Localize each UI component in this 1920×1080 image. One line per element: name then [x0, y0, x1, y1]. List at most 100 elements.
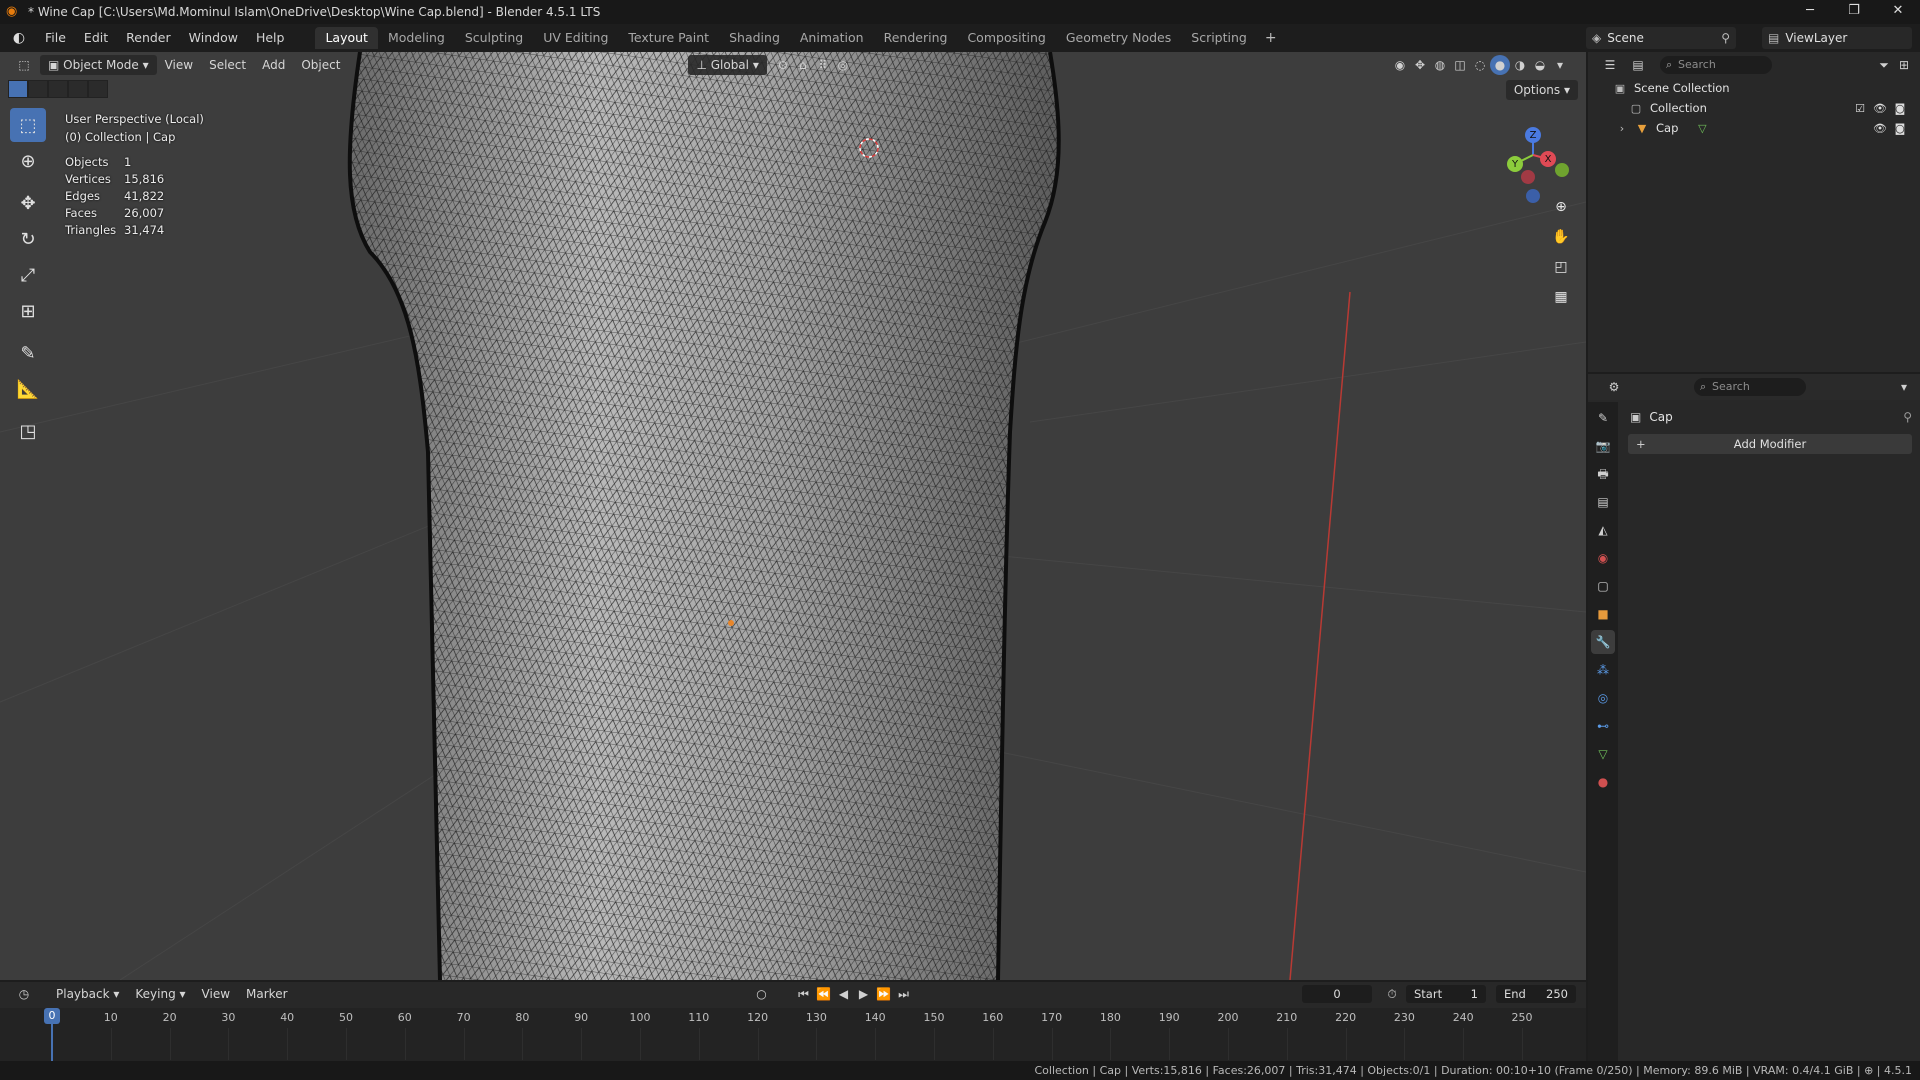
maximize-button[interactable]: ❐ — [1832, 0, 1876, 24]
eye-icon[interactable]: 👁 — [1870, 102, 1890, 115]
world-tab-icon[interactable]: ◉ — [1591, 546, 1615, 570]
proportional-editing-icon[interactable]: ◎ — [833, 55, 853, 75]
snap-grid-icon[interactable]: ⠿ — [813, 55, 833, 75]
select-subtract-icon[interactable] — [48, 80, 68, 98]
editor-type-icon[interactable]: ⬚ — [14, 55, 34, 75]
material-shading-icon[interactable]: ◑ — [1510, 55, 1530, 75]
tab-modeling[interactable]: Modeling — [378, 27, 455, 49]
blender-logo-icon[interactable]: ◐ — [8, 27, 30, 49]
pin-icon[interactable]: ⚲ — [1721, 31, 1730, 45]
tab-sculpting[interactable]: Sculpting — [455, 27, 533, 49]
play-reverse-icon[interactable]: ◀ — [834, 984, 854, 1004]
select-box-tool-icon[interactable]: ⬚ — [10, 108, 46, 142]
checkbox-icon[interactable]: ☑ — [1850, 102, 1870, 115]
editor-type-icon[interactable]: ⚙ — [1604, 377, 1624, 397]
display-mode-icon[interactable]: ▤ — [1628, 55, 1648, 75]
chevron-down-icon[interactable]: ▾ — [1894, 377, 1914, 397]
auto-keying-icon[interactable]: ○ — [752, 984, 772, 1004]
outliner-item-collection[interactable]: ▢ Collection ☑ 👁 ◙ — [1588, 98, 1920, 118]
gizmo-toggle-icon[interactable]: ✥ — [1410, 55, 1430, 75]
menu-render[interactable]: Render — [117, 27, 180, 49]
3d-viewport[interactable]: Z Y X ⬚ ▣ Object Mode ▾ View Select Add … — [0, 52, 1586, 980]
camera-view-icon[interactable]: ◰ — [1548, 254, 1574, 280]
minimize-button[interactable]: ─ — [1788, 0, 1832, 24]
camera-icon[interactable]: ◙ — [1890, 102, 1910, 115]
chevron-right-icon[interactable]: › — [1616, 122, 1628, 135]
output-tab-icon[interactable]: 🖶 — [1591, 462, 1615, 486]
rendered-shading-icon[interactable]: ◒ — [1530, 55, 1550, 75]
menu-keying[interactable]: Keying ▾ — [127, 984, 193, 1004]
scene-tab-icon[interactable]: ◭ — [1591, 518, 1615, 542]
wireframe-shading-icon[interactable]: ◌ — [1470, 55, 1490, 75]
menu-select[interactable]: Select — [201, 55, 254, 75]
mesh-data-icon[interactable]: ▽ — [1694, 122, 1710, 135]
editor-type-icon[interactable]: ◷ — [14, 984, 34, 1004]
tool-tab-icon[interactable]: ✎ — [1591, 406, 1615, 430]
select-invert-icon[interactable] — [68, 80, 88, 98]
perspective-toggle-icon[interactable]: ▦ — [1548, 284, 1574, 310]
prev-keyframe-icon[interactable]: ⏪ — [814, 984, 834, 1004]
tab-rendering[interactable]: Rendering — [874, 27, 958, 49]
playhead[interactable]: 0 — [44, 1008, 60, 1024]
camera-icon[interactable]: ◙ — [1890, 122, 1910, 135]
close-button[interactable]: ✕ — [1876, 0, 1920, 24]
tab-animation[interactable]: Animation — [790, 27, 874, 49]
menu-playback[interactable]: Playback ▾ — [48, 984, 127, 1004]
scale-tool-icon[interactable]: ⤢ — [10, 258, 46, 292]
material-tab-icon[interactable]: ● — [1591, 770, 1615, 794]
tab-compositing[interactable]: Compositing — [957, 27, 1055, 49]
tab-texture-paint[interactable]: Texture Paint — [618, 27, 719, 49]
cursor-tool-icon[interactable]: ⊕ — [10, 144, 46, 178]
outliner-item-scene-collection[interactable]: ▣ Scene Collection — [1588, 78, 1920, 98]
menu-view[interactable]: View — [157, 55, 201, 75]
play-icon[interactable]: ▶ — [854, 984, 874, 1004]
properties-search-input[interactable]: Search — [1694, 378, 1806, 396]
select-intersect-icon[interactable] — [88, 80, 108, 98]
new-collection-icon[interactable]: ⊞ — [1894, 55, 1914, 75]
transform-orientation-selector[interactable]: ⊥ Global ▾ — [688, 55, 767, 75]
select-new-icon[interactable] — [8, 80, 28, 98]
pivot-icon[interactable]: ⊙ — [773, 55, 793, 75]
menu-view[interactable]: View — [194, 984, 238, 1004]
constraints-tab-icon[interactable]: ⊷ — [1591, 714, 1615, 738]
view-layer-selector[interactable]: ▤ ViewLayer — [1762, 27, 1912, 49]
render-tab-icon[interactable]: 📷 — [1591, 434, 1615, 458]
xray-icon[interactable]: ◫ — [1450, 55, 1470, 75]
select-extend-icon[interactable] — [28, 80, 48, 98]
data-tab-icon[interactable]: ▽ — [1591, 742, 1615, 766]
tab-scripting[interactable]: Scripting — [1181, 27, 1257, 49]
menu-edit[interactable]: Edit — [75, 27, 117, 49]
eye-icon[interactable]: 👁 — [1870, 122, 1890, 135]
outliner-item-cap[interactable]: › ▼ Cap ▽ 👁 ◙ — [1588, 118, 1920, 138]
end-frame-field[interactable]: End 250 — [1496, 985, 1576, 1003]
menu-object[interactable]: Object — [293, 55, 348, 75]
view-layer-tab-icon[interactable]: ▤ — [1591, 490, 1615, 514]
add-cube-tool-icon[interactable]: ◳ — [10, 414, 46, 448]
particles-tab-icon[interactable]: ⁂ — [1591, 658, 1615, 682]
pin-icon[interactable]: ⚲ — [1903, 410, 1912, 424]
tab-layout[interactable]: Layout — [315, 27, 378, 49]
pan-hand-icon[interactable]: ✋ — [1548, 224, 1574, 250]
chevron-down-icon[interactable]: ▾ — [1550, 55, 1570, 75]
scene-selector[interactable]: ◈ Scene ⚲ — [1586, 27, 1736, 49]
measure-tool-icon[interactable]: 📐 — [10, 372, 46, 406]
physics-tab-icon[interactable]: ◎ — [1591, 686, 1615, 710]
next-keyframe-icon[interactable]: ⏩ — [874, 984, 894, 1004]
start-frame-field[interactable]: Start 1 — [1406, 985, 1486, 1003]
rotate-tool-icon[interactable]: ↻ — [10, 222, 46, 256]
jump-end-icon[interactable]: ⏭ — [894, 984, 914, 1004]
object-tab-icon[interactable]: ■ — [1591, 602, 1615, 626]
tab-shading[interactable]: Shading — [719, 27, 790, 49]
current-frame-field[interactable]: 0 — [1302, 985, 1372, 1003]
menu-file[interactable]: File — [36, 27, 75, 49]
move-tool-icon[interactable]: ✥ — [10, 186, 46, 220]
tab-geometry-nodes[interactable]: Geometry Nodes — [1056, 27, 1181, 49]
options-button[interactable]: Options ▾ — [1505, 80, 1578, 100]
transform-tool-icon[interactable]: ⊞ — [10, 294, 46, 328]
annotate-tool-icon[interactable]: ✎ — [10, 336, 46, 370]
jump-start-icon[interactable]: ⏮ — [794, 984, 814, 1004]
outliner-search-input[interactable]: Search — [1660, 56, 1772, 74]
editor-type-icon[interactable]: ☰ — [1600, 55, 1620, 75]
menu-help[interactable]: Help — [247, 27, 294, 49]
collection-tab-icon[interactable]: ▢ — [1591, 574, 1615, 598]
